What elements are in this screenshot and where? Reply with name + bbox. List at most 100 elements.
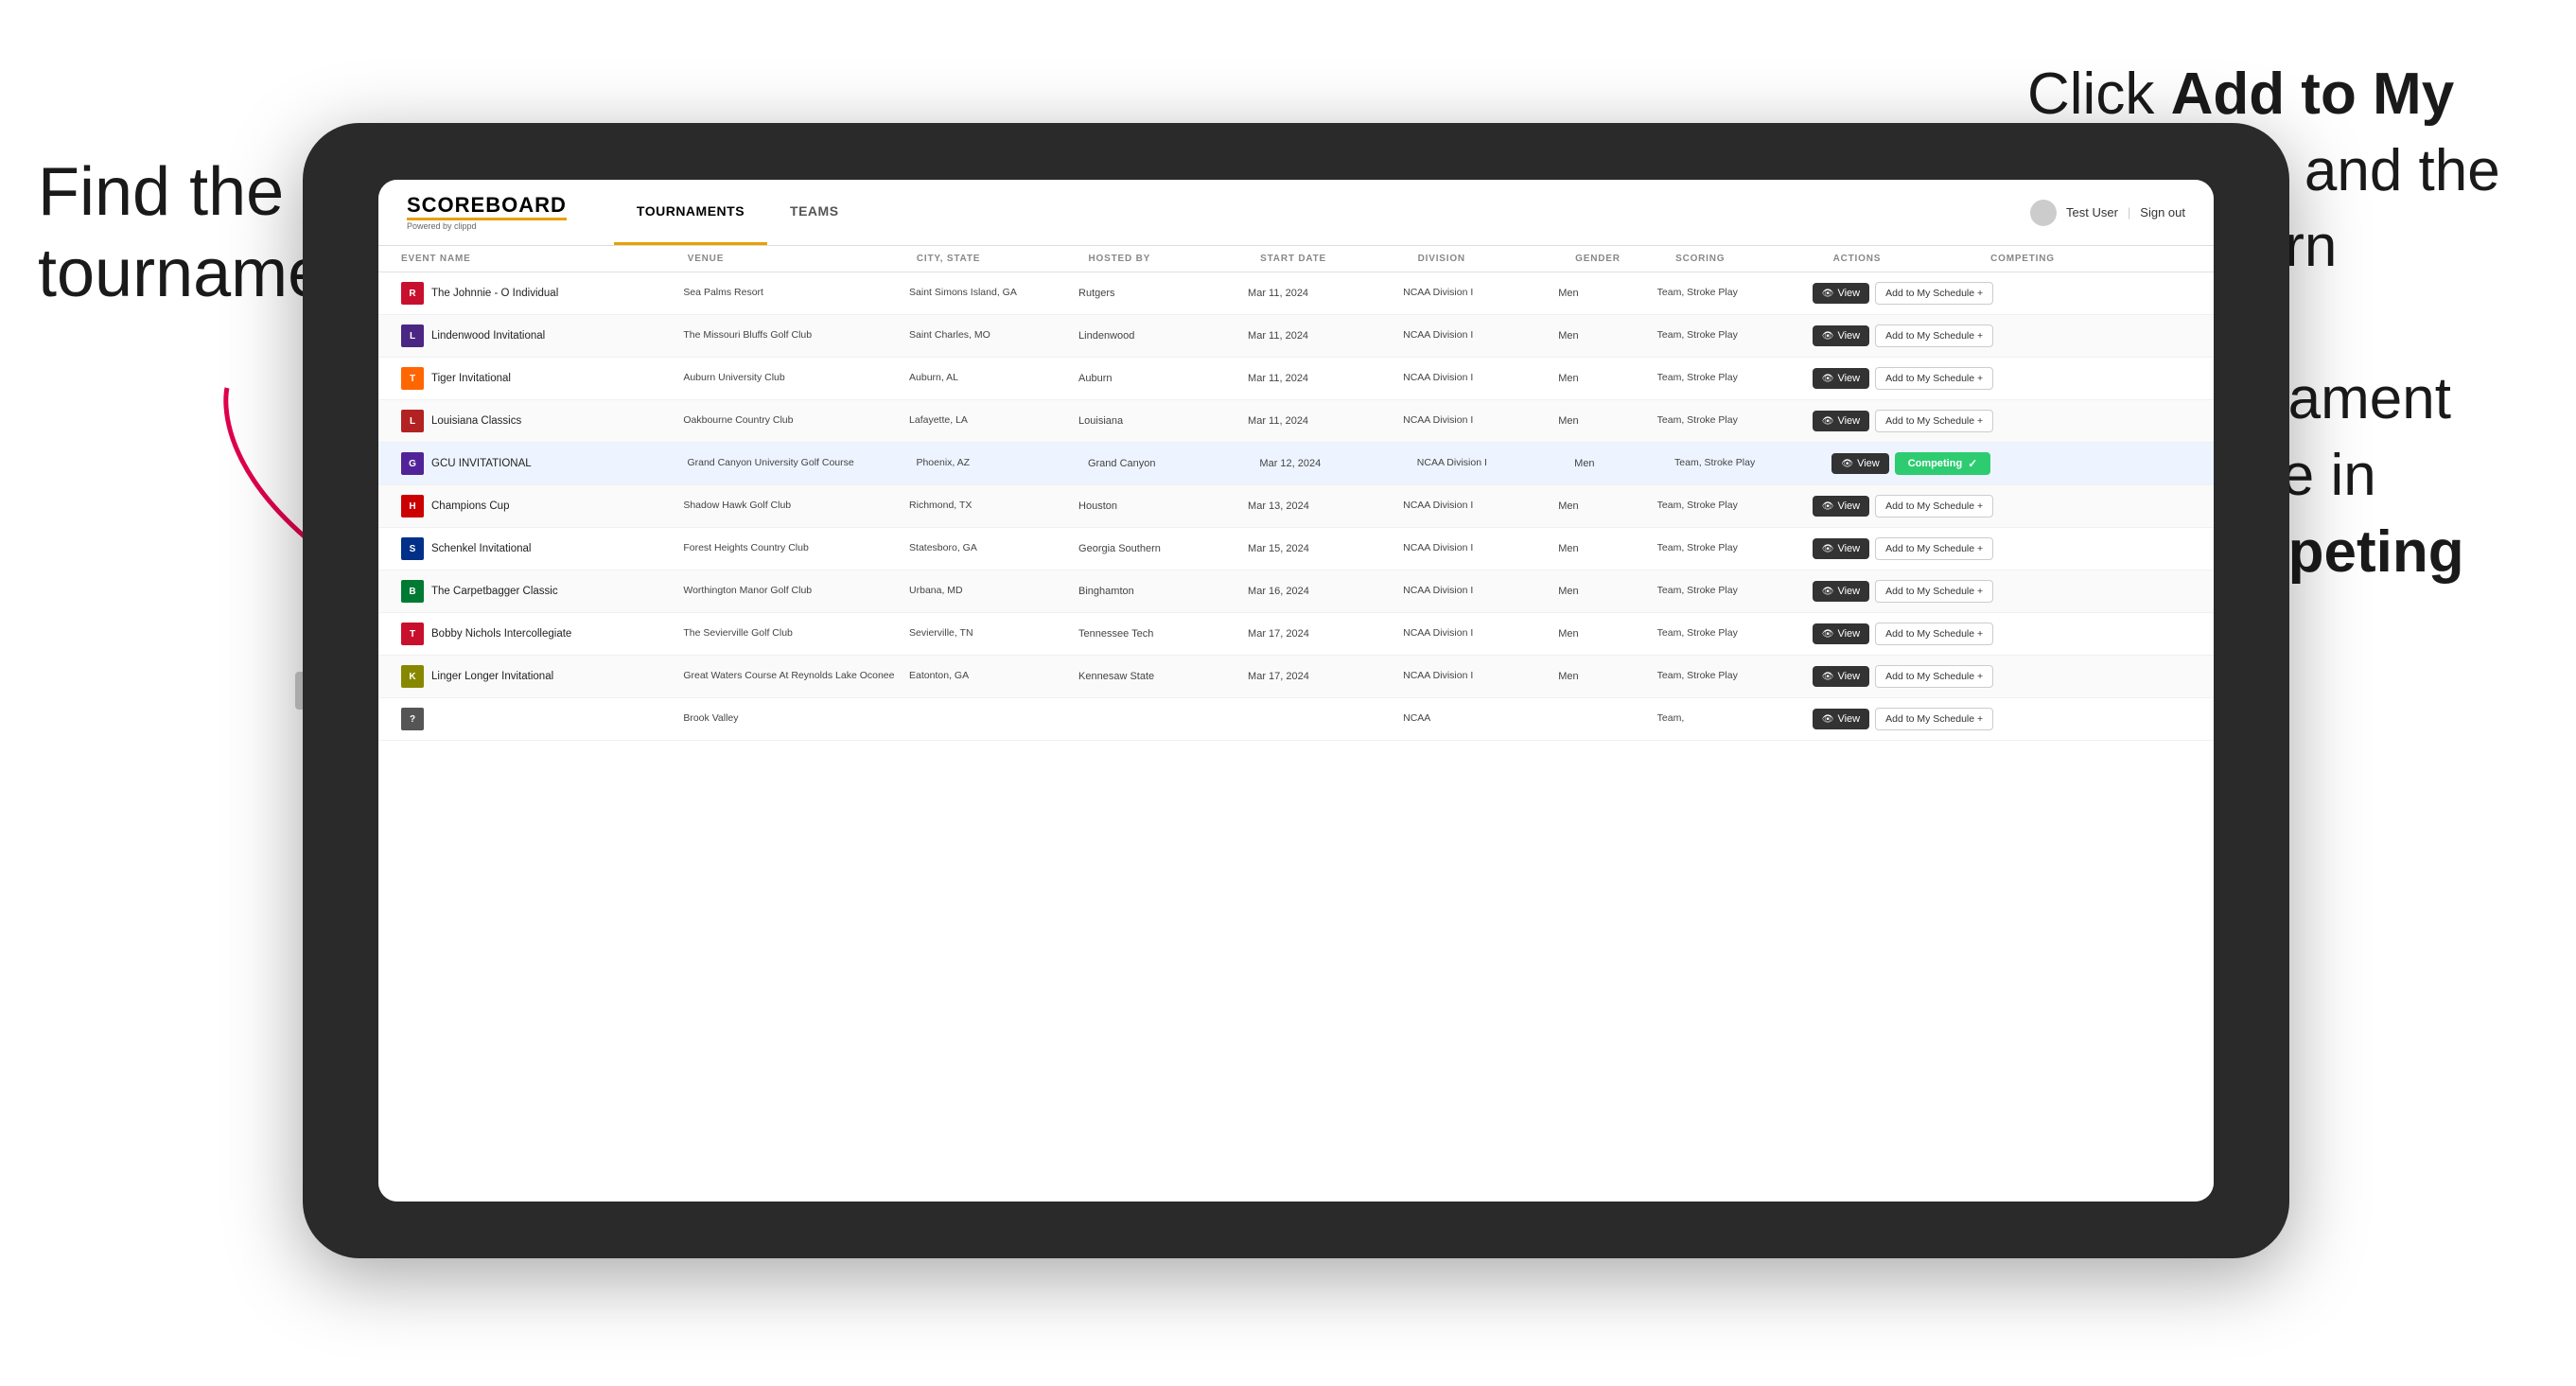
actions-cell: 👁 View Add to My Schedule + [1813, 495, 1993, 518]
scoring-cell: Team, [1657, 712, 1813, 726]
venue-cell: Shadow Hawk Golf Club [683, 500, 909, 513]
team-logo: G [401, 452, 424, 475]
team-logo: L [401, 325, 424, 347]
gender-cell: Men [1558, 288, 1656, 299]
scoring-cell: Team, Stroke Play [1657, 329, 1813, 342]
division-cell: NCAA Division I [1403, 287, 1558, 300]
scoring-cell: Team, Stroke Play [1657, 585, 1813, 598]
actions-cell: 👁 View Add to My Schedule + [1813, 537, 1993, 560]
venue-cell: Brook Valley [683, 712, 909, 726]
city-cell: Auburn, AL [909, 372, 1078, 385]
scoreboard-logo: SCOREBOARD Powered by clippd [407, 195, 567, 231]
gender-cell: Men [1558, 671, 1656, 682]
view-button[interactable]: 👁 View [1813, 411, 1869, 431]
scoring-cell: Team, Stroke Play [1674, 457, 1831, 470]
hosted-cell: Tennessee Tech [1078, 628, 1248, 640]
add-schedule-button[interactable]: Add to My Schedule + [1875, 282, 1993, 305]
team-logo: R [401, 282, 424, 305]
table-header: EVENT NAME VENUE CITY, STATE HOSTED BY S… [378, 246, 2214, 272]
table-row: ? Brook Valley NCAA Team, 👁 View Add to … [378, 698, 2214, 741]
add-schedule-button[interactable]: Add to My Schedule + [1875, 580, 1993, 603]
add-schedule-button[interactable]: Add to My Schedule + [1875, 495, 1993, 518]
team-logo: B [401, 580, 424, 603]
view-button[interactable]: 👁 View [1813, 581, 1869, 602]
team-logo: T [401, 623, 424, 645]
table-body: R The Johnnie - O Individual Sea Palms R… [378, 272, 2214, 741]
event-name-cell: S Schenkel Invitational [401, 537, 683, 560]
add-schedule-button[interactable]: Add to My Schedule + [1875, 367, 1993, 390]
view-button[interactable]: 👁 View [1813, 538, 1869, 559]
view-button[interactable]: 👁 View [1813, 496, 1869, 517]
col-event-name: EVENT NAME [401, 254, 688, 264]
table-row: B The Carpetbagger Classic Worthington M… [378, 570, 2214, 613]
event-name-cell: L Louisiana Classics [401, 410, 683, 432]
add-schedule-button[interactable]: Add to My Schedule + [1875, 708, 1993, 730]
date-cell: Mar 17, 2024 [1248, 671, 1403, 682]
hosted-cell: Rutgers [1078, 288, 1248, 299]
actions-cell: 👁 View Add to My Schedule + [1813, 367, 1993, 390]
event-name-cell: B The Carpetbagger Classic [401, 580, 683, 603]
hosted-cell: Houston [1078, 500, 1248, 512]
table-row: L Lindenwood Invitational The Missouri B… [378, 315, 2214, 358]
city-cell: Saint Charles, MO [909, 329, 1078, 342]
add-schedule-button[interactable]: Add to My Schedule + [1875, 410, 1993, 432]
view-button[interactable]: 👁 View [1813, 623, 1869, 644]
city-cell: Lafayette, LA [909, 414, 1078, 428]
city-cell: Statesboro, GA [909, 542, 1078, 555]
hosted-cell: Auburn [1078, 373, 1248, 384]
top-bar-right: Test User | Sign out [2030, 200, 2185, 226]
venue-cell: Worthington Manor Golf Club [683, 585, 909, 598]
gender-cell: Men [1558, 415, 1656, 427]
add-schedule-button[interactable]: Add to My Schedule + [1875, 623, 1993, 645]
event-name-cell: R The Johnnie - O Individual [401, 282, 683, 305]
event-name-cell: T Tiger Invitational [401, 367, 683, 390]
add-schedule-button[interactable]: Add to My Schedule + [1875, 665, 1993, 688]
logo-subtext: Powered by clippd [407, 222, 567, 231]
col-actions: ACTIONS [1833, 254, 1991, 264]
col-gender: GENDER [1575, 254, 1675, 264]
team-logo: S [401, 537, 424, 560]
date-cell: Mar 11, 2024 [1248, 288, 1403, 299]
hosted-cell: Georgia Southern [1078, 543, 1248, 554]
scoring-cell: Team, Stroke Play [1657, 500, 1813, 513]
event-name: GCU INVITATIONAL [431, 458, 532, 469]
add-schedule-button[interactable]: Add to My Schedule + [1875, 537, 1993, 560]
view-button[interactable]: 👁 View [1831, 453, 1888, 474]
division-cell: NCAA Division I [1403, 627, 1558, 640]
table-row: T Bobby Nichols Intercollegiate The Sevi… [378, 613, 2214, 656]
event-name: Linger Longer Invitational [431, 671, 553, 682]
add-schedule-button[interactable]: Add to My Schedule + [1875, 325, 1993, 347]
tab-teams[interactable]: TEAMS [767, 180, 862, 245]
city-cell: Urbana, MD [909, 585, 1078, 598]
gender-cell: Men [1558, 586, 1656, 597]
scoring-cell: Team, Stroke Play [1657, 287, 1813, 300]
view-button[interactable]: 👁 View [1813, 368, 1869, 389]
table-container: EVENT NAME VENUE CITY, STATE HOSTED BY S… [378, 246, 2214, 1202]
date-cell: Mar 12, 2024 [1259, 458, 1416, 469]
view-button[interactable]: 👁 View [1813, 709, 1869, 729]
actions-cell: 👁 View Add to My Schedule + [1813, 580, 1993, 603]
view-button[interactable]: 👁 View [1813, 666, 1869, 687]
actions-cell: 👁 View Add to My Schedule + [1813, 665, 1993, 688]
city-cell: Eatonton, GA [909, 670, 1078, 683]
tab-tournaments[interactable]: TOURNAMENTS [614, 180, 767, 245]
col-scoring: SCORING [1675, 254, 1833, 264]
col-venue: VENUE [688, 254, 917, 264]
city-cell: Saint Simons Island, GA [909, 287, 1078, 300]
table-row: R The Johnnie - O Individual Sea Palms R… [378, 272, 2214, 315]
table-row: S Schenkel Invitational Forest Heights C… [378, 528, 2214, 570]
table-row: K Linger Longer Invitational Great Water… [378, 656, 2214, 698]
nav-tabs: TOURNAMENTS TEAMS [614, 180, 862, 245]
division-cell: NCAA Division I [1403, 500, 1558, 513]
actions-cell: 👁 View Add to My Schedule + [1813, 623, 1993, 645]
col-competing: COMPETING [1990, 254, 2191, 264]
col-hosted: HOSTED BY [1089, 254, 1261, 264]
division-cell: NCAA [1403, 712, 1558, 726]
gender-cell: Men [1558, 500, 1656, 512]
view-button[interactable]: 👁 View [1813, 325, 1869, 346]
venue-cell: The Sevierville Golf Club [683, 627, 909, 640]
division-cell: NCAA Division I [1417, 457, 1574, 470]
competing-button[interactable]: Competing ✓ [1895, 452, 1991, 475]
view-button[interactable]: 👁 View [1813, 283, 1869, 304]
signout-link[interactable]: Sign out [2140, 205, 2185, 219]
